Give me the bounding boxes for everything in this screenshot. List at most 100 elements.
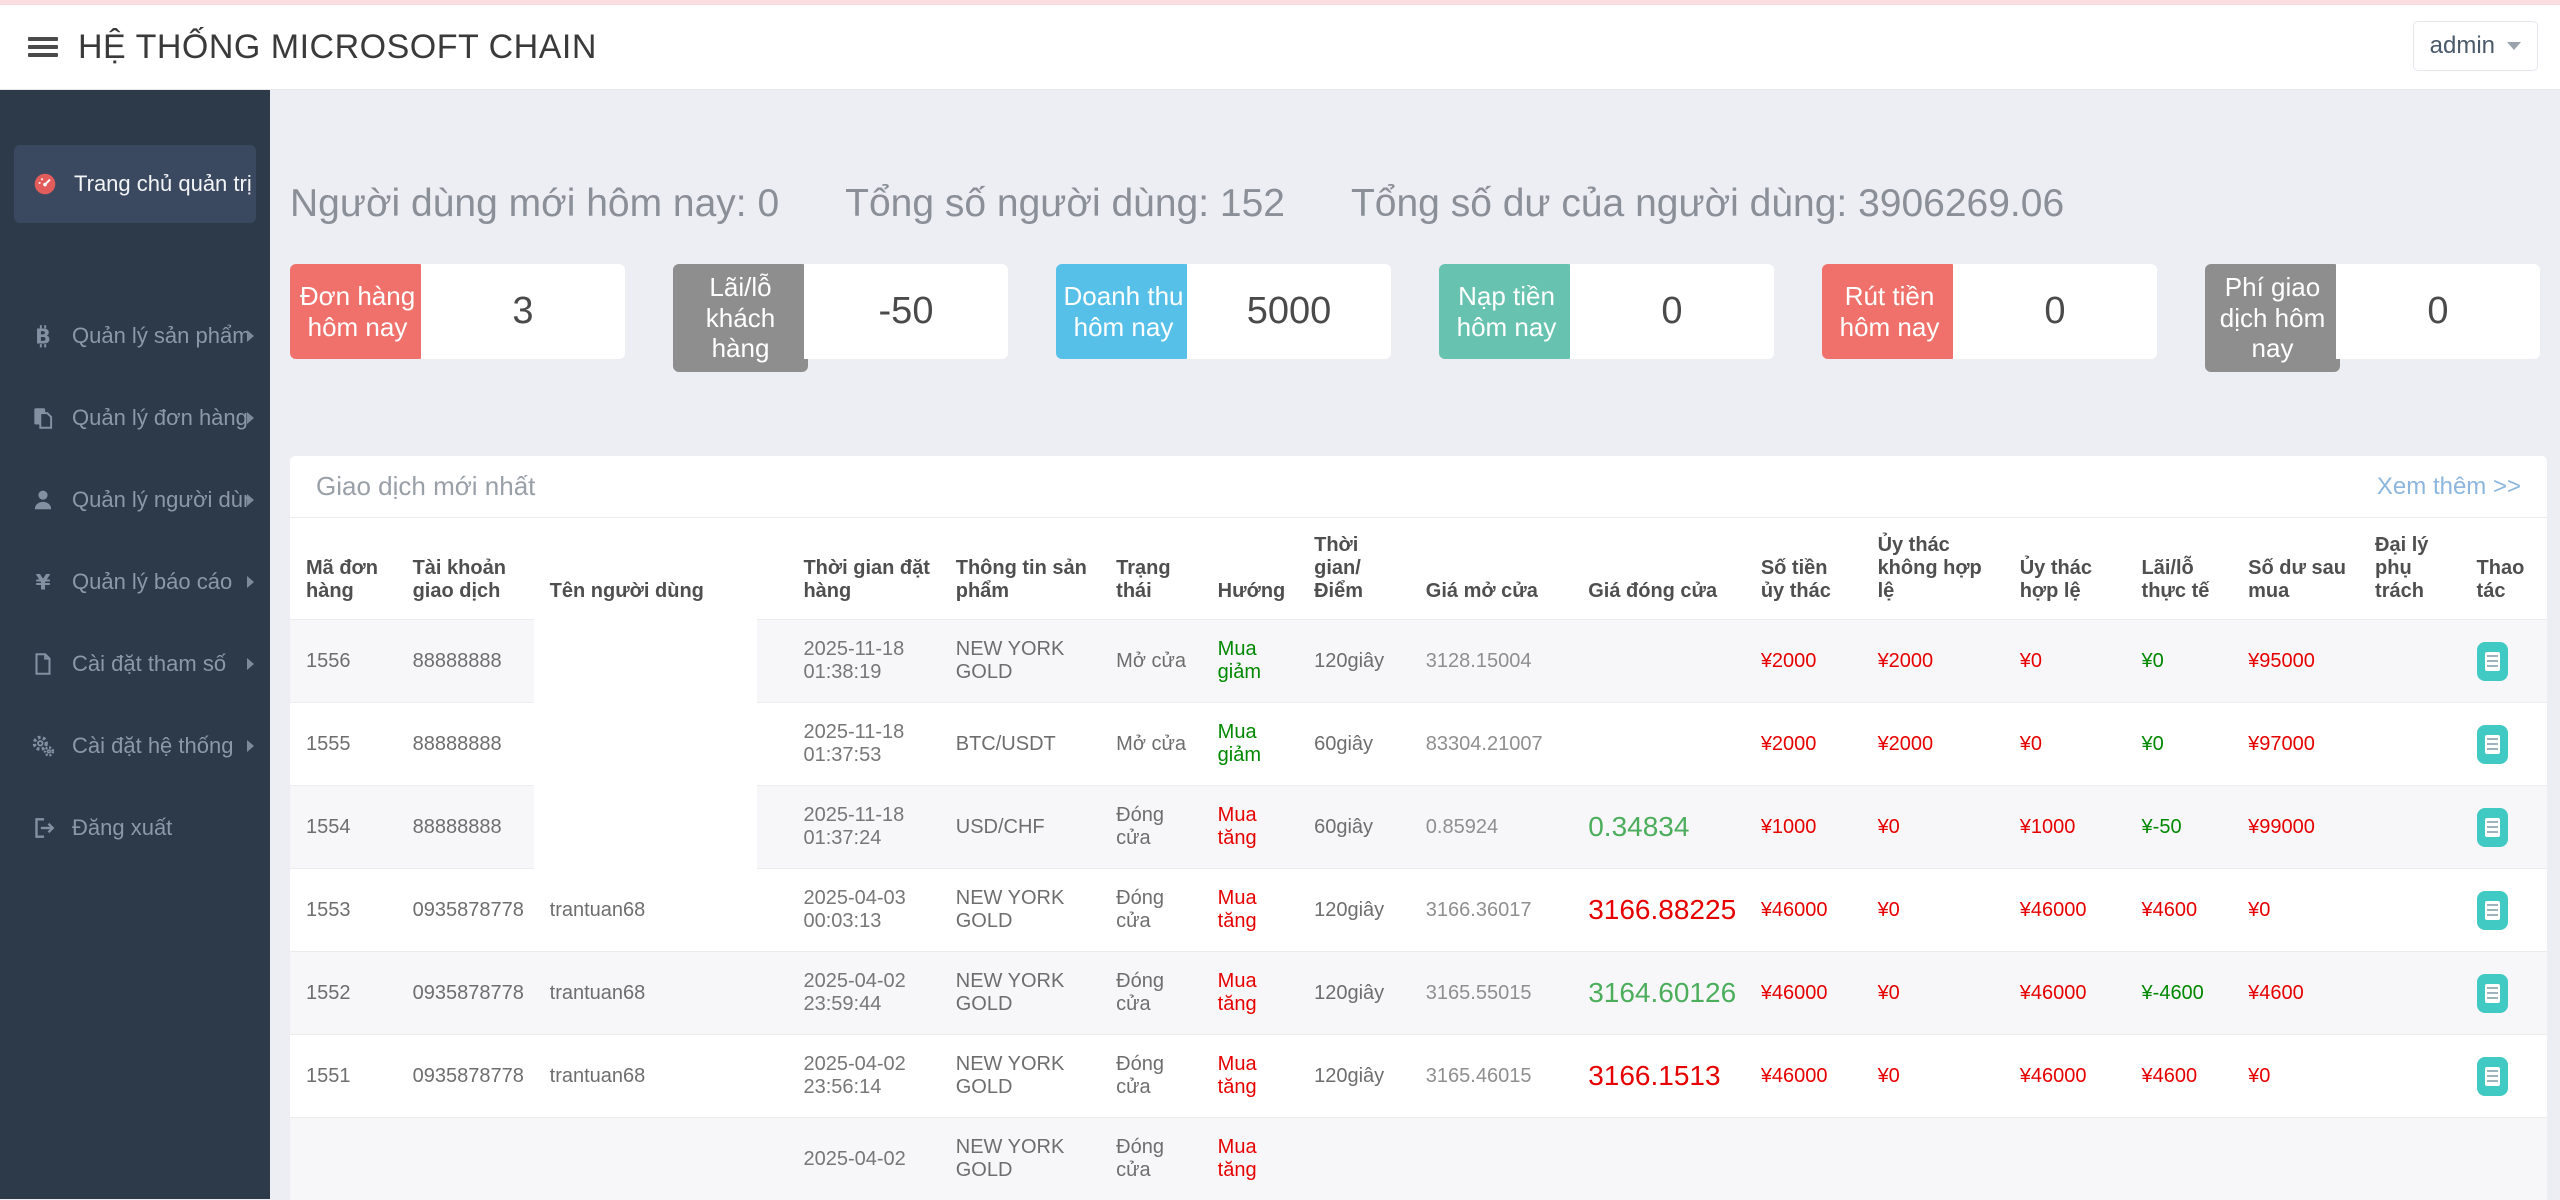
cell-open-price: 0.85924 bbox=[1410, 786, 1572, 869]
stat-new-users: Người dùng mới hôm nay0 bbox=[290, 182, 779, 226]
cell-agent bbox=[2359, 869, 2461, 952]
cell-open-price bbox=[1410, 1118, 1572, 1200]
cell-open-price: 83304.21007 bbox=[1410, 703, 1572, 786]
cell-product: USD/CHF bbox=[940, 786, 1100, 869]
cell-open-price: 3165.55015 bbox=[1410, 952, 1572, 1035]
svg-text:¥: ¥ bbox=[35, 571, 50, 595]
cell-username: trantuan68 bbox=[534, 1035, 788, 1118]
view-order-button[interactable] bbox=[2477, 974, 2508, 1013]
cell-period: 120giây bbox=[1298, 1035, 1410, 1118]
cell-status: Đóng cửa bbox=[1100, 1035, 1202, 1118]
view-order-button[interactable] bbox=[2477, 1057, 2508, 1096]
app-title: HỆ THỐNG MICROSOFT CHAIN bbox=[78, 28, 597, 67]
col-product: Thông tin sản phẩm bbox=[940, 518, 1100, 620]
sidebar-item-system-settings[interactable]: Cài đặt hệ thống bbox=[0, 705, 270, 787]
cell-valid-entrust: ¥1000 bbox=[2004, 786, 2126, 869]
chevron-right-icon bbox=[247, 576, 254, 588]
sidebar-item-reports[interactable]: ¥ Quản lý báo cáo bbox=[0, 541, 270, 623]
cell-order-time: 2025-04-02 23:56:14 bbox=[787, 1035, 939, 1118]
sidebar: Trang chủ quản trị B Quản lý sản phẩm Qu… bbox=[0, 90, 270, 1199]
cell-balance-after: ¥0 bbox=[2232, 1035, 2359, 1118]
cell-username bbox=[534, 620, 788, 703]
cell-actual-pnl: ¥4600 bbox=[2126, 1035, 2233, 1118]
view-order-button[interactable] bbox=[2477, 891, 2508, 930]
cell-valid-entrust: ¥46000 bbox=[2004, 952, 2126, 1035]
cell-close-price: 3166.88225 bbox=[1572, 869, 1745, 952]
sidebar-item-dashboard[interactable]: Trang chủ quản trị bbox=[14, 145, 256, 223]
sidebar-item-products[interactable]: B Quản lý sản phẩm bbox=[0, 295, 270, 377]
topbar: HỆ THỐNG MICROSOFT CHAIN admin bbox=[0, 0, 2560, 90]
cell-direction: Mua tăng bbox=[1202, 786, 1298, 869]
cell-balance-after bbox=[2232, 1118, 2359, 1200]
chevron-down-icon bbox=[2507, 42, 2521, 50]
transaction-row: 1554 88888888 2025-11-18 01:37:24 USD/CH… bbox=[290, 786, 2547, 869]
cell-balance-after: ¥4600 bbox=[2232, 952, 2359, 1035]
cell-status: Đóng cửa bbox=[1100, 952, 1202, 1035]
document-icon bbox=[30, 651, 56, 677]
col-close-price: Giá đóng cửa bbox=[1572, 518, 1745, 620]
cell-direction: Mua tăng bbox=[1202, 869, 1298, 952]
cell-actual-pnl bbox=[2126, 1118, 2233, 1200]
sidebar-item-users[interactable]: Quản lý người dùng bbox=[0, 459, 270, 541]
col-account: Tài khoản giao dịch bbox=[397, 518, 534, 620]
sidebar-item-label: Cài đặt hệ thống bbox=[72, 733, 233, 759]
cell-order-id: 1555 bbox=[290, 703, 397, 786]
cell-order-id: 1556 bbox=[290, 620, 397, 703]
sidebar-item-parameters[interactable]: Cài đặt tham số bbox=[0, 623, 270, 705]
cell-order-id: 1554 bbox=[290, 786, 397, 869]
cell-order-id: 1553 bbox=[290, 869, 397, 952]
cell-order-id: 1552 bbox=[290, 952, 397, 1035]
view-order-button[interactable] bbox=[2477, 725, 2508, 764]
sidebar-item-logout[interactable]: Đăng xuất bbox=[0, 787, 270, 869]
sidebar-item-label: Cài đặt tham số bbox=[72, 651, 226, 677]
cell-agent bbox=[2359, 1035, 2461, 1118]
sidebar-item-orders[interactable]: Quản lý đơn hàng bbox=[0, 377, 270, 459]
cell-period bbox=[1298, 1118, 1410, 1200]
panel-header: Giao dịch mới nhất Xem thêm >> bbox=[290, 456, 2547, 518]
see-more-link[interactable]: Xem thêm >> bbox=[2377, 473, 2521, 501]
cell-actions bbox=[2461, 620, 2547, 703]
card-orders-today: Đơn hàng hôm nay 3 bbox=[290, 264, 629, 359]
menu-toggle-icon[interactable] bbox=[28, 33, 58, 61]
bitcoin-icon: B bbox=[30, 323, 56, 349]
cell-product: NEW YORK GOLD bbox=[940, 952, 1100, 1035]
card-fees-today: Phí giao dịch hôm nay 0 bbox=[2205, 264, 2544, 372]
cell-order-id: 1551 bbox=[290, 1035, 397, 1118]
sidebar-item-label: Trang chủ quản trị bbox=[74, 171, 252, 197]
order-detail-icon bbox=[2485, 901, 2500, 920]
svg-text:B: B bbox=[35, 325, 51, 349]
logout-icon bbox=[30, 815, 56, 841]
col-actual-pnl: Lãi/lỗ thực tế bbox=[2126, 518, 2233, 620]
cell-status: Đóng cửa bbox=[1100, 869, 1202, 952]
cell-period: 60giây bbox=[1298, 703, 1410, 786]
cell-invalid-entrust: ¥2000 bbox=[1862, 620, 2004, 703]
cell-order-time: 2025-04-03 00:03:13 bbox=[787, 869, 939, 952]
cell-account: 88888888 bbox=[397, 620, 534, 703]
cell-direction: Mua tăng bbox=[1202, 1118, 1298, 1200]
cell-direction: Mua tăng bbox=[1202, 952, 1298, 1035]
cell-invalid-entrust bbox=[1862, 1118, 2004, 1200]
cell-username bbox=[534, 703, 788, 786]
cell-open-price: 3128.15004 bbox=[1410, 620, 1572, 703]
chevron-right-icon bbox=[247, 412, 254, 424]
user-menu-dropdown[interactable]: admin bbox=[2413, 21, 2538, 71]
col-period: Thời gian/Điểm bbox=[1298, 518, 1410, 620]
cell-open-price: 3166.36017 bbox=[1410, 869, 1572, 952]
gears-icon bbox=[30, 733, 56, 759]
cell-product: NEW YORK GOLD bbox=[940, 620, 1100, 703]
order-detail-icon bbox=[2485, 984, 2500, 1003]
cell-actions bbox=[2461, 1118, 2547, 1200]
cell-agent bbox=[2359, 786, 2461, 869]
transactions-tbody: 1556 88888888 2025-11-18 01:38:19 NEW YO… bbox=[290, 620, 2547, 1200]
cell-account: 88888888 bbox=[397, 703, 534, 786]
cell-username: trantuan68 bbox=[534, 869, 788, 952]
col-entrust-amount: Số tiền ủy thác bbox=[1745, 518, 1862, 620]
cell-balance-after: ¥95000 bbox=[2232, 620, 2359, 703]
cell-entrust-amount: ¥46000 bbox=[1745, 952, 1862, 1035]
cell-order-time: 2025-04-02 23:59:44 bbox=[787, 952, 939, 1035]
view-order-button[interactable] bbox=[2477, 642, 2508, 681]
view-order-button[interactable] bbox=[2477, 808, 2508, 847]
cell-period: 120giây bbox=[1298, 620, 1410, 703]
stat-total-users: Tổng số người dùng152 bbox=[845, 182, 1285, 226]
chevron-right-icon bbox=[247, 330, 254, 342]
